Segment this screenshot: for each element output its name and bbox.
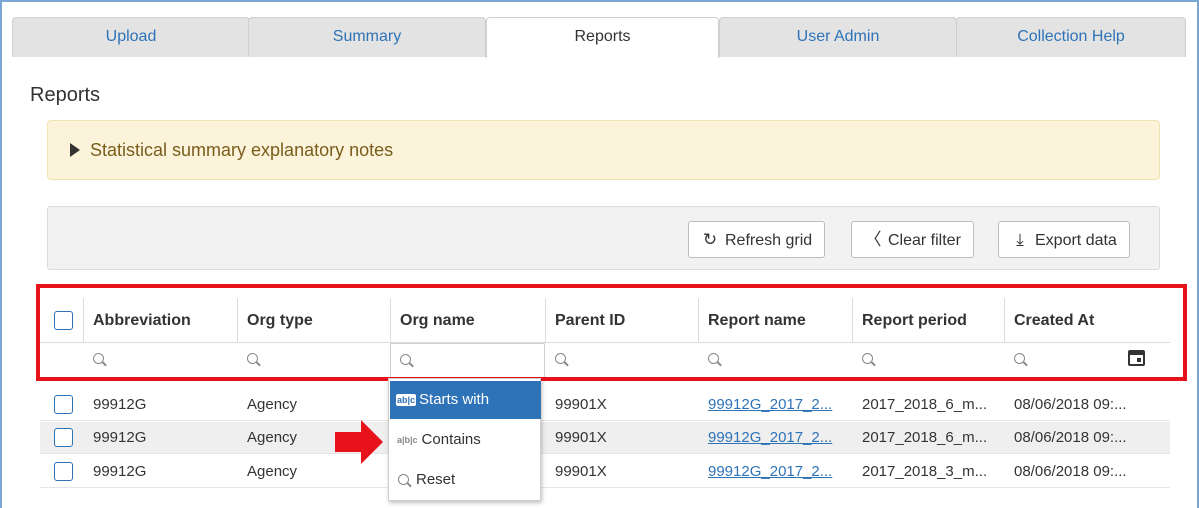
grid-toolbar: ↻ Refresh grid 〈 Clear filter ⤓ Export data — [47, 206, 1160, 270]
filter-operator-menu: ab|c Starts with a|b|c Contains Reset — [388, 378, 541, 501]
cell-report-period: 2017_2018_6_m... — [862, 396, 988, 413]
report-link[interactable]: 99912G_2017_2... — [708, 422, 848, 454]
row-checkbox[interactable] — [54, 462, 73, 481]
refresh-grid-button[interactable]: ↻ Refresh grid — [688, 221, 826, 258]
report-link[interactable]: 99912G_2017_2... — [708, 456, 848, 488]
export-label: Export data — [1035, 232, 1117, 249]
eraser-icon: 〈 — [864, 230, 882, 249]
cell-org-type: Agency — [247, 396, 298, 413]
tab-reports[interactable]: Reports — [486, 17, 719, 58]
cell-created-at: 08/06/2018 09:... — [1014, 429, 1127, 446]
tab-summary[interactable]: Summary — [248, 17, 486, 57]
export-icon: ⤓ — [1016, 230, 1024, 249]
tab-upload[interactable]: Upload — [12, 17, 250, 57]
clear-label: Clear filter — [888, 232, 961, 249]
row-checkbox[interactable] — [54, 428, 73, 447]
highlight-box — [36, 284, 1187, 381]
cell-parent-id: 99901X — [555, 396, 607, 413]
cell-abbreviation: 99912G — [93, 429, 147, 446]
cell-parent-id: 99901X — [555, 463, 607, 480]
export-data-button[interactable]: ⤓ Export data — [998, 221, 1130, 258]
menu-item-label: Starts with — [419, 391, 490, 408]
table-row[interactable]: 99912G Agency 99901X 99912G_2017_2... 20… — [40, 389, 1170, 421]
search-icon — [398, 474, 409, 485]
cell-report-period: 2017_2018_3_m... — [862, 463, 988, 480]
explanatory-notes-expander[interactable]: Statistical summary explanatory notes — [47, 120, 1160, 180]
cell-abbreviation: 99912G — [93, 396, 147, 413]
notes-label: Statistical summary explanatory notes — [90, 140, 394, 160]
tab-user-admin[interactable]: User Admin — [719, 17, 957, 57]
refresh-label: Refresh grid — [725, 232, 813, 249]
page-title: Reports — [30, 84, 101, 106]
menu-item-reset[interactable]: Reset — [390, 461, 541, 499]
row-checkbox[interactable] — [54, 395, 73, 414]
red-arrow-annotation — [335, 420, 383, 464]
report-link[interactable]: 99912G_2017_2... — [708, 389, 848, 421]
tab-bar: Upload Summary Reports User Admin Collec… — [12, 17, 1186, 58]
cell-created-at: 08/06/2018 09:... — [1014, 396, 1127, 413]
menu-item-label: Contains — [421, 431, 481, 448]
cell-abbreviation: 99912G — [93, 463, 147, 480]
abc-icon: ab|c — [396, 394, 417, 407]
cell-created-at: 08/06/2018 09:... — [1014, 463, 1127, 480]
table-row[interactable]: 99912G Agency 99901X 99912G_2017_2... 20… — [40, 422, 1170, 454]
cell-parent-id: 99901X — [555, 429, 607, 446]
menu-item-label: Reset — [416, 471, 456, 488]
menu-item-contains[interactable]: a|b|c Contains — [390, 421, 541, 459]
expand-triangle-icon — [70, 142, 80, 157]
abc-icon: a|b|c — [397, 435, 418, 446]
menu-item-starts-with[interactable]: ab|c Starts with — [390, 381, 541, 419]
table-row[interactable]: 99912G Agency 99901X 99912G_2017_2... 20… — [40, 456, 1170, 488]
tab-collection-help[interactable]: Collection Help — [956, 17, 1186, 57]
cell-report-period: 2017_2018_6_m... — [862, 429, 988, 446]
clear-filter-button[interactable]: 〈 Clear filter — [851, 221, 974, 258]
refresh-icon: ↻ — [702, 230, 718, 249]
